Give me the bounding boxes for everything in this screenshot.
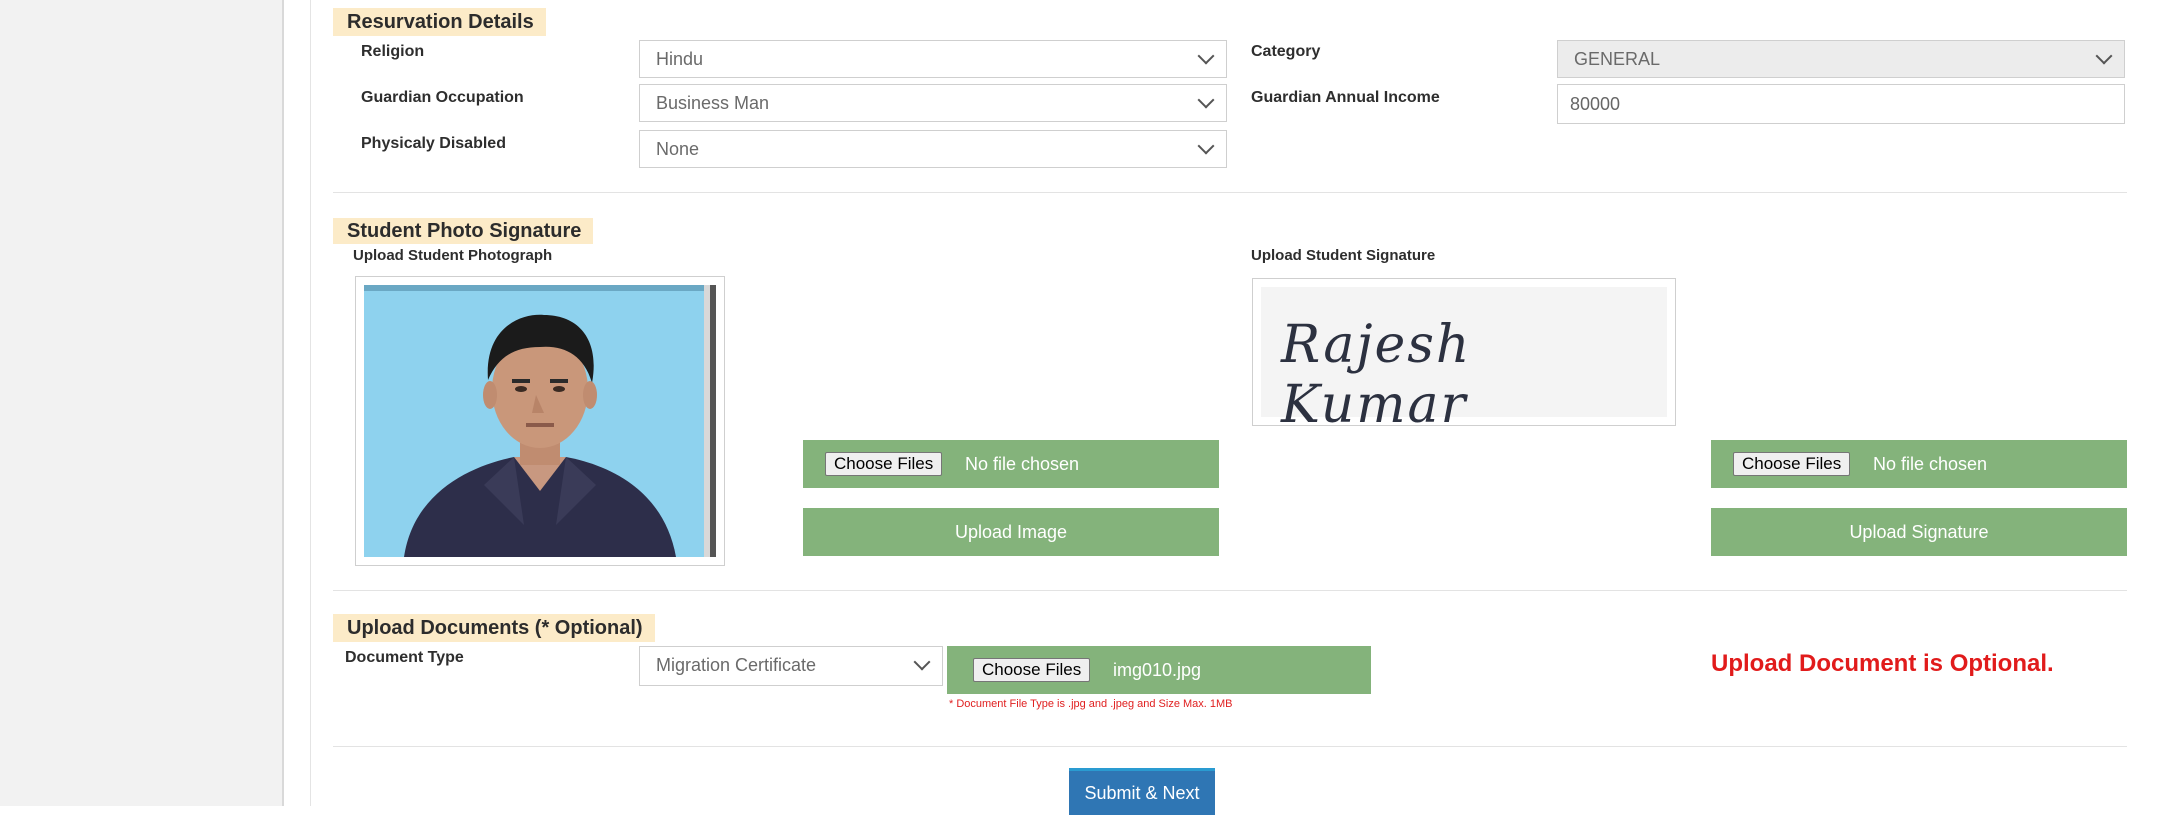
student-signature-frame: Rajesh Kumar [1252,278,1676,435]
guardian-occupation-select[interactable]: Business Man [639,84,1227,122]
category-label: Category [1251,43,1321,60]
photo-file-status: No file chosen [965,454,1080,474]
upload-signature-button[interactable]: Upload Signature [1711,508,2127,556]
student-signature-image: Rajesh Kumar [1261,287,1667,435]
chevron-down-icon [1197,91,1215,109]
religion-label: Religion [361,43,425,60]
signature-file-input[interactable]: Choose Files No file chosen [1711,440,2127,488]
upload-optional-note: Upload Document is Optional. [1711,650,2054,677]
submit-next-button[interactable]: Submit & Next [1069,768,1215,815]
guardian-income-label: Guardian Annual Income [1251,89,1440,106]
photo-file-input[interactable]: Choose Files No file chosen [803,440,1219,488]
physically-disabled-value: None [656,139,700,159]
photo-signature-section-title: Student Photo Signature [333,218,594,244]
student-photo [364,285,716,557]
document-type-value: Migration Certificate [656,655,817,675]
upload-signature-label: Upload Student Signature [1251,247,1436,264]
photo-choose-files-button[interactable]: Choose Files [825,452,943,476]
section-divider [333,192,2127,193]
left-sidebar [0,0,284,806]
signature-text: Rajesh Kumar [1281,315,1472,435]
physically-disabled-select[interactable]: None [639,130,1227,168]
guardian-occupation-label: Guardian Occupation [361,89,524,106]
category-value: GENERAL [1574,49,1661,69]
guardian-income-input[interactable]: 80000 [1557,84,2125,124]
upload-photo-label: Upload Student Photograph [353,247,553,264]
religion-value: Hindu [656,49,704,69]
document-choose-files-button[interactable]: Choose Files [973,658,1091,682]
chevron-down-icon [1197,137,1215,155]
religion-select[interactable]: Hindu [639,40,1227,78]
reservation-section-title: Resurvation Details [333,8,546,36]
signature-choose-files-button[interactable]: Choose Files [1733,452,1851,476]
student-photo-frame [355,276,725,566]
category-select[interactable]: GENERAL [1557,40,2125,78]
section-divider [333,746,2127,747]
documents-section-title: Upload Documents (* Optional) [333,614,655,642]
guardian-income-value: 80000 [1570,94,1621,114]
document-file-name: img010.jpg [1113,660,1202,680]
guardian-occupation-value: Business Man [656,93,770,113]
chevron-down-icon [1197,47,1215,65]
document-type-select[interactable]: Migration Certificate [639,646,943,686]
form-panel: Resurvation Details Religion Hindu Categ… [310,0,2165,815]
chevron-down-icon [2095,47,2113,65]
document-file-hint: * Document File Type is .jpg and .jpeg a… [949,698,1233,710]
section-divider [333,590,2127,591]
chevron-down-icon [913,653,931,671]
upload-image-button[interactable]: Upload Image [803,508,1219,556]
document-type-label: Document Type [345,649,464,666]
signature-file-status: No file chosen [1873,454,1988,474]
physically-disabled-label: Physicaly Disabled [361,135,506,152]
document-file-input[interactable]: Choose Files img010.jpg [947,646,1371,694]
